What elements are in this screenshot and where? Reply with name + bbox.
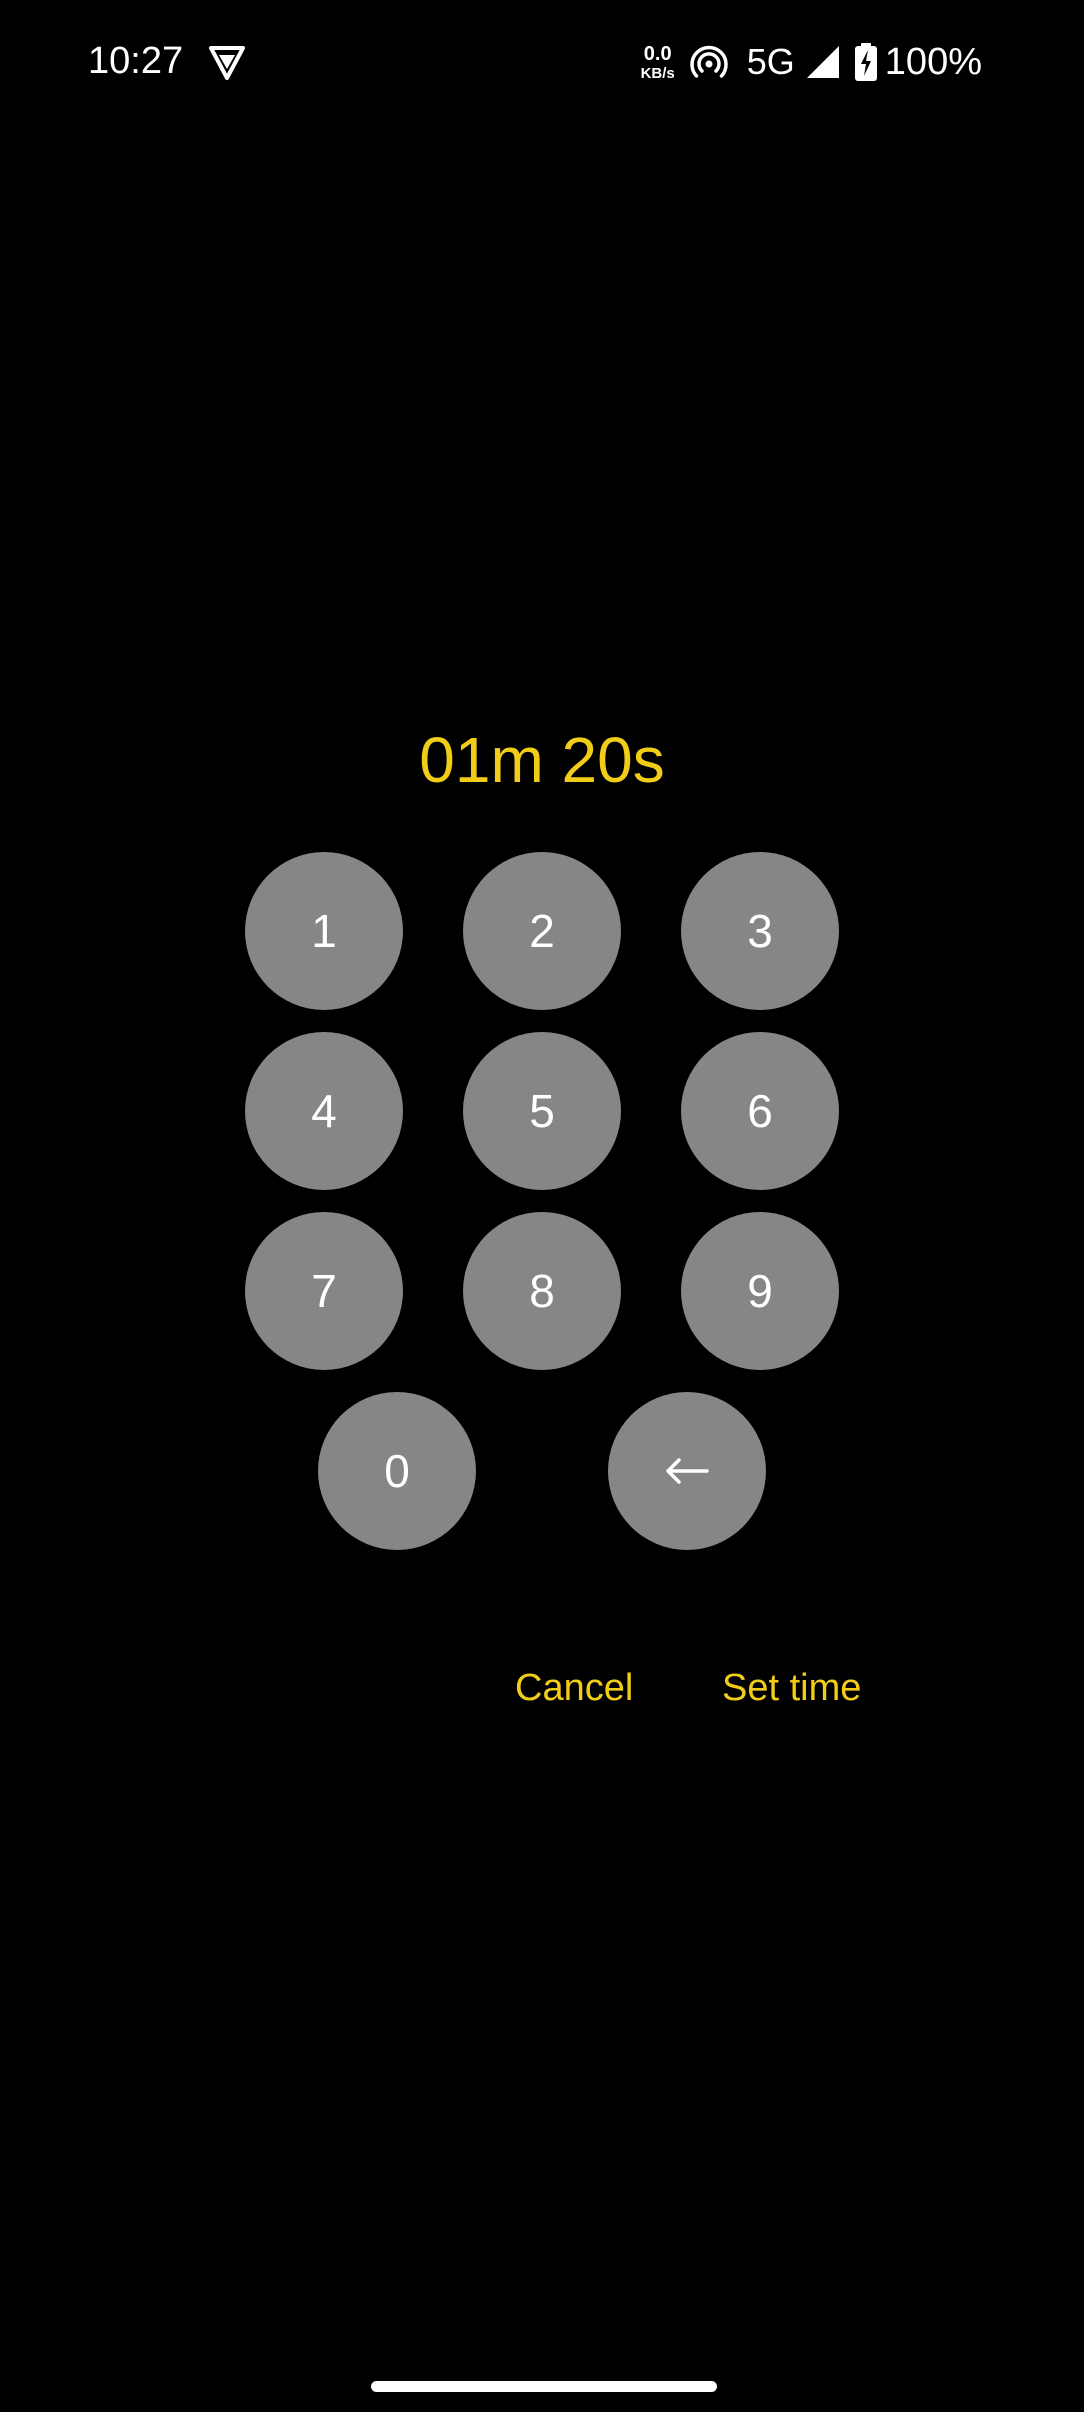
key-3[interactable]: 3 [681,852,839,1010]
network-type: 5G [746,41,795,82]
battery-charging-icon [854,43,877,81]
key-1[interactable]: 1 [245,852,403,1010]
battery-percent: 100% [884,40,982,83]
gesture-nav-handle[interactable] [371,2381,717,2392]
shield-icon [209,46,245,80]
key-5[interactable]: 5 [463,1032,621,1190]
backspace-button[interactable] [608,1392,766,1550]
timer-display: 01m 20s [419,724,665,796]
hotspot-icon [690,45,728,78]
net-speed: 0.0 KB/s [641,44,675,81]
signal-icon [806,46,839,78]
status-time: 10:27 [88,40,184,82]
net-speed-value: 0.0 [643,42,672,65]
key-4[interactable]: 4 [245,1032,403,1190]
net-speed-unit: KB/s [640,64,675,82]
key-7[interactable]: 7 [245,1212,403,1370]
cancel-button[interactable]: Cancel [515,1662,633,1714]
status-icons: 0.0 KB/s 5G 100% [641,32,982,92]
key-8[interactable]: 8 [463,1212,621,1370]
status-bar: 10:27 0.0 KB/s 5G 100% [0,0,1084,126]
set-time-button[interactable]: Set time [722,1662,861,1714]
key-0[interactable]: 0 [318,1392,476,1550]
key-9[interactable]: 9 [681,1212,839,1370]
key-6[interactable]: 6 [681,1032,839,1190]
backspace-arrow-icon [666,1458,709,1484]
key-2[interactable]: 2 [463,852,621,1010]
